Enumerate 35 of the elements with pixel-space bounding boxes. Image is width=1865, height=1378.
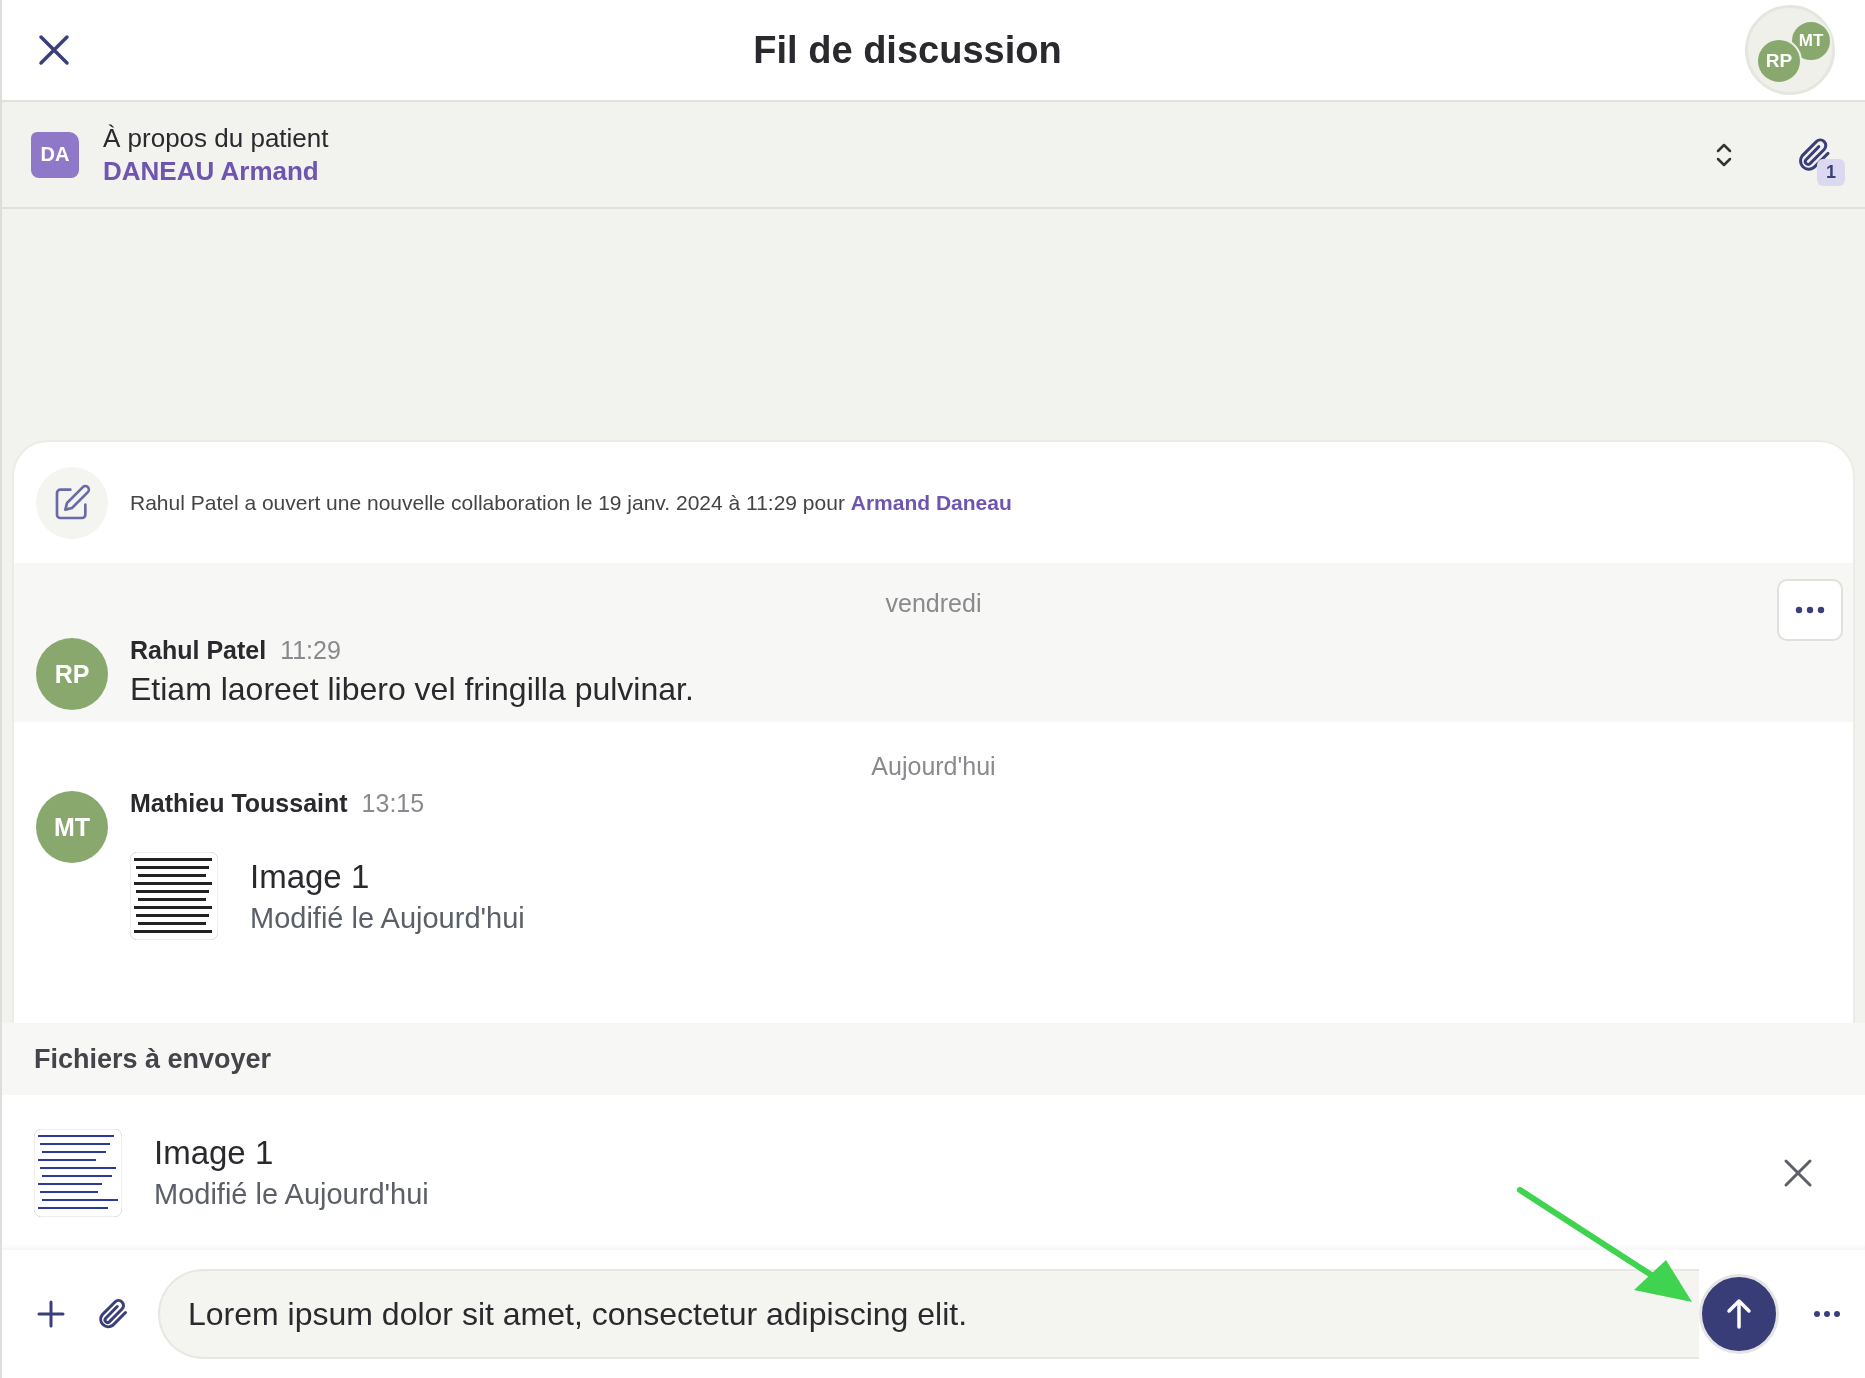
- close-icon: [38, 34, 70, 66]
- message-time: 13:15: [361, 789, 425, 818]
- author-avatar: MT: [36, 791, 108, 863]
- date-separator: vendredi: [885, 589, 982, 618]
- section-title: Fichiers à envoyer: [34, 1043, 272, 1075]
- author-name: Mathieu Toussaint: [130, 789, 348, 818]
- message-text: Etiam laoreet libero vel fringilla pulvinar.: [130, 671, 694, 708]
- patient-avatar: DA: [31, 131, 79, 178]
- date-separator: Aujourd'hui: [871, 752, 996, 781]
- more-icon: [1813, 1310, 1841, 1318]
- close-button[interactable]: [38, 34, 70, 66]
- attachments-button[interactable]: 1: [1781, 119, 1845, 190]
- more-options-button[interactable]: [1777, 579, 1843, 641]
- file-modified-date: Modifié le Aujourd'hui: [154, 1178, 430, 1211]
- window-title: Fil de discussion: [752, 28, 1063, 72]
- add-button[interactable]: [36, 1299, 66, 1329]
- author-name: Rahul Patel: [130, 636, 267, 665]
- patient-label: À propos du patient: [103, 122, 330, 154]
- more-options-button[interactable]: [1813, 1310, 1841, 1318]
- attachment-count: 1: [1817, 158, 1845, 186]
- close-icon: [1783, 1157, 1813, 1188]
- plus-icon: [36, 1299, 66, 1329]
- remove-file-button[interactable]: [1783, 1157, 1813, 1188]
- file-attachment[interactable]: Image 1 Modifié le Aujourd'hui: [130, 852, 525, 940]
- arrow-up-icon: [1726, 1298, 1752, 1330]
- more-icon: [1795, 606, 1825, 614]
- patient-name-link[interactable]: DANEAU Armand: [103, 155, 1715, 187]
- system-message: Rahul Patel a ouvert une nouvelle collaboration le 19 janv. 2024 à 11:29 pour Armand Daneau: [130, 490, 1012, 515]
- author-avatar: RP: [36, 638, 108, 710]
- patient-link[interactable]: Armand Daneau: [850, 490, 1012, 514]
- message-input[interactable]: Lorem ipsum dolor sit amet, consectetur adipiscing elit.: [158, 1269, 1699, 1359]
- file-name: Image 1: [154, 1134, 275, 1172]
- file-name: Image 1: [250, 857, 371, 896]
- message-time: 11:29: [280, 636, 341, 665]
- file-modified-date: Modifié le Aujourd'hui: [250, 901, 525, 935]
